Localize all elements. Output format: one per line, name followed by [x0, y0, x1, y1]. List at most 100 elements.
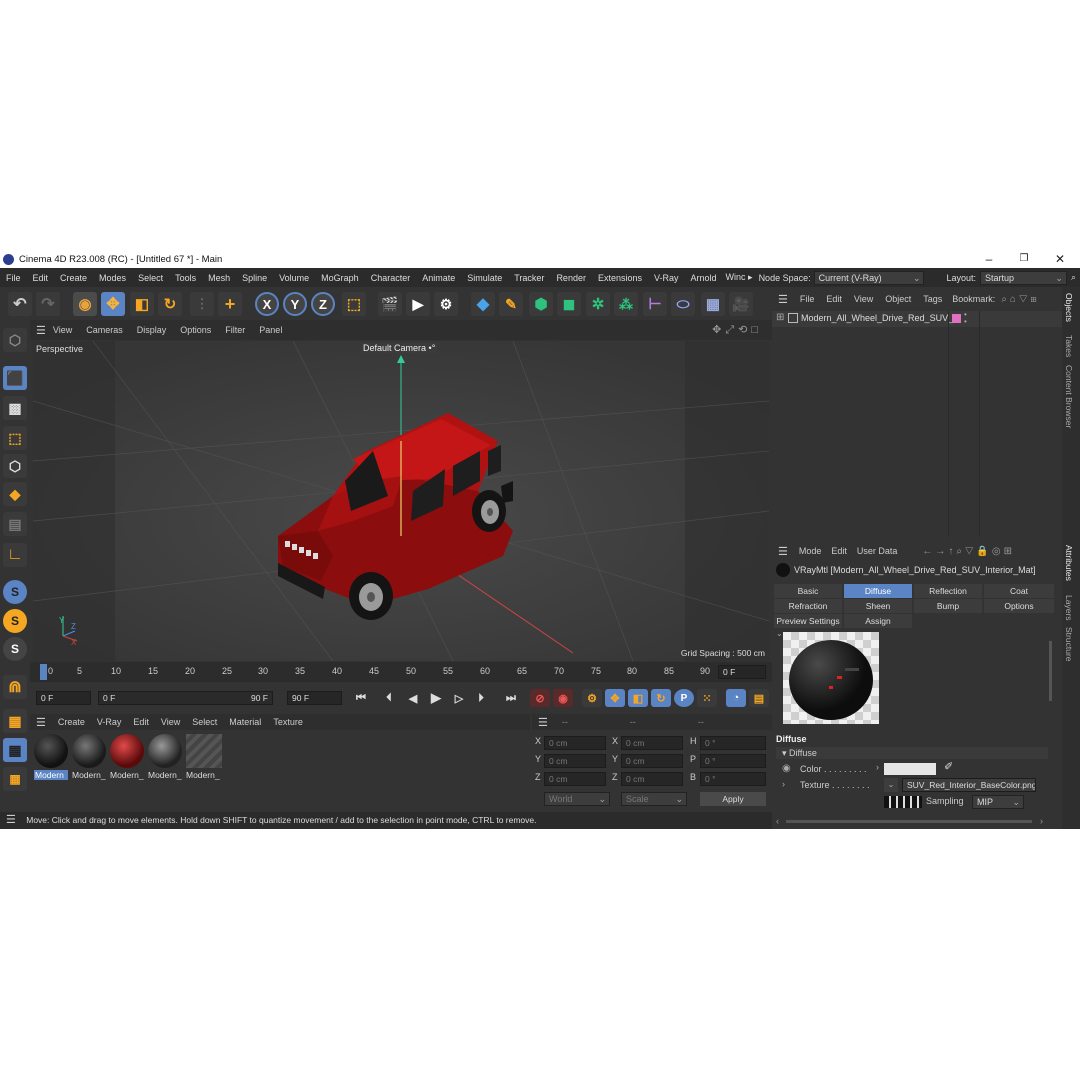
menu-tools[interactable]: Tools — [169, 273, 202, 283]
material-preview[interactable] — [783, 632, 879, 724]
tab-sheen[interactable]: Sheen — [844, 599, 912, 613]
menu-edit[interactable]: Edit — [27, 273, 55, 283]
workplane-snap-icon[interactable]: S — [3, 637, 27, 661]
make-editable-icon[interactable]: ⬡ — [3, 328, 27, 352]
previous-frame-icon[interactable]: ◀ — [402, 689, 424, 707]
expand-texture-icon[interactable]: › — [782, 779, 785, 789]
sampling-dropdown[interactable]: MIP ⌄ — [972, 795, 1024, 809]
axis-mode-icon[interactable]: ∟ — [3, 543, 27, 567]
texture-menu-chevron-icon[interactable]: ⌄ — [884, 778, 898, 792]
cloner-icon[interactable]: ✲ — [586, 292, 610, 316]
node-space-dropdown[interactable]: Current (V-Ray) ⌄ — [813, 270, 925, 285]
animation-toggle-icon[interactable]: ◉ — [782, 763, 791, 774]
render-picture-viewer-icon[interactable]: ▶ — [406, 292, 430, 316]
material-menu-texture[interactable]: Texture — [267, 717, 309, 727]
menu-spline[interactable]: Spline — [236, 273, 273, 283]
attribute-menu-mode[interactable]: Mode — [794, 546, 827, 556]
menu-animate[interactable]: Animate — [416, 273, 461, 283]
expand-color-icon[interactable]: › — [876, 762, 879, 772]
layout-dropdown[interactable]: Startup ⌄ — [980, 270, 1067, 285]
dock-tab-takes[interactable]: Takes — [1064, 335, 1074, 357]
coordinate-space-dropdown[interactable]: World ⌄ — [544, 792, 610, 806]
position-z-field[interactable]: 0 cm — [544, 772, 606, 786]
viewport-menu-panel[interactable]: Panel — [252, 325, 289, 335]
record-keys-icon[interactable]: ⊘ — [530, 689, 550, 707]
undo-icon[interactable]: ↶ — [8, 292, 32, 316]
camera-settings-icon[interactable]: •° — [429, 343, 436, 353]
previous-key-icon[interactable]: ⏴ — [378, 689, 400, 707]
redo-icon[interactable]: ↷ — [36, 292, 60, 316]
preview-range-slider[interactable]: 0 F 90 F — [98, 691, 273, 705]
edge-mode-icon[interactable]: ⬡ — [3, 454, 27, 478]
eyedropper-icon[interactable]: ✐ — [944, 760, 953, 773]
dock-tab-attributes[interactable]: Attributes — [1064, 545, 1074, 581]
menu-tracker[interactable]: Tracker — [508, 273, 550, 283]
object-row[interactable]: ⊞ Modern_All_Wheel_Drive_Red_SUV_g • • — [772, 311, 1062, 327]
position-y-field[interactable]: 0 cm — [544, 754, 606, 768]
attribute-menu-edit[interactable]: Edit — [826, 546, 852, 556]
material-slot[interactable]: Modern_ — [186, 734, 224, 780]
floor-icon[interactable]: ▦ — [701, 292, 725, 316]
film-strip-icon[interactable]: ▤ — [749, 689, 769, 707]
scroll-right-icon[interactable]: › — [1040, 816, 1043, 826]
dock-tab-structure[interactable]: Structure — [1064, 627, 1074, 662]
start-frame-field[interactable]: 0 F — [36, 691, 91, 705]
material-menu-create[interactable]: Create — [52, 717, 91, 727]
extrude-icon[interactable]: ◼ — [557, 292, 581, 316]
menu-window[interactable]: Winc ▸ — [723, 272, 756, 283]
diffuse-group-header[interactable]: ▾ Diffuse — [776, 747, 1048, 759]
menu-volume[interactable]: Volume — [273, 273, 315, 283]
position-x-field[interactable]: 0 cm — [544, 736, 606, 750]
hamburger-icon[interactable]: ☰ — [778, 293, 788, 306]
play-icon[interactable]: ▶ — [425, 689, 447, 707]
snap-icon[interactable]: S — [3, 580, 27, 604]
size-z-field[interactable]: 0 cm — [621, 772, 683, 786]
material-slot[interactable]: Modern — [34, 734, 68, 780]
collapse-chevron-icon[interactable]: ⌄ — [776, 629, 783, 638]
menu-mograph[interactable]: MoGraph — [315, 273, 365, 283]
menu-simulate[interactable]: Simulate — [461, 273, 508, 283]
color-swatch[interactable] — [884, 763, 936, 775]
z-axis-lock-icon[interactable]: Z — [311, 292, 335, 316]
material-menu-edit[interactable]: Edit — [127, 717, 155, 727]
object-search-filter-icons[interactable]: ⌕⌂▽⊞ — [1001, 294, 1039, 305]
subdivision-icon[interactable]: ⬢ — [529, 292, 553, 316]
point-mode-icon[interactable]: ⬚ — [3, 426, 27, 450]
camera-icon[interactable]: 🎥 — [729, 292, 753, 316]
attribute-menu-user-data[interactable]: User Data — [852, 546, 903, 556]
go-to-start-icon[interactable]: ⏮ — [350, 689, 372, 707]
tab-preview-settings[interactable]: Preview Settings — [774, 614, 842, 628]
viewport-menu-view[interactable]: View — [46, 325, 79, 335]
key-parameter-icon[interactable]: P — [674, 689, 694, 707]
recent-tool-icon[interactable]: ⋮ — [190, 292, 214, 316]
dock-tab-content-browser[interactable]: Content Browser — [1064, 365, 1074, 428]
viewport-menu-cameras[interactable]: Cameras — [79, 325, 130, 335]
object-name[interactable]: Modern_All_Wheel_Drive_Red_SUV_g — [801, 313, 958, 323]
snap-settings-icon[interactable]: S — [3, 609, 27, 633]
menu-modes[interactable]: Modes — [93, 273, 132, 283]
live-selection-icon[interactable]: ◉ — [73, 292, 97, 316]
viewport-menu-options[interactable]: Options — [173, 325, 218, 335]
keyframe-selection-icon[interactable]: ⚙ — [582, 689, 602, 707]
x-axis-lock-icon[interactable]: X — [255, 292, 279, 316]
coordinate-system-icon[interactable]: ⬚ — [342, 292, 366, 316]
material-menu-view[interactable]: View — [155, 717, 186, 727]
next-key-icon[interactable]: ⏵ — [470, 689, 492, 707]
size-mode-dropdown[interactable]: Scale ⌄ — [621, 792, 687, 806]
key-scale-icon[interactable]: ◧ — [628, 689, 648, 707]
deformer-icon[interactable]: ⊢ — [643, 292, 667, 316]
menu-file[interactable]: File — [0, 273, 27, 283]
grid-icon[interactable]: ▦ — [3, 738, 27, 762]
timeline-ruler[interactable]: 0 5 10 15 20 25 30 35 40 45 50 55 60 65 … — [30, 662, 772, 682]
key-position-icon[interactable]: ✥ — [605, 689, 625, 707]
y-axis-lock-icon[interactable]: Y — [283, 292, 307, 316]
model-mode-icon[interactable]: ⬛ — [3, 366, 27, 390]
next-frame-icon[interactable]: ▷ — [448, 689, 470, 707]
uv-mode-icon[interactable]: ▤ — [3, 512, 27, 536]
menu-select[interactable]: Select — [132, 273, 169, 283]
polygon-mode-icon[interactable]: ◆ — [3, 482, 27, 506]
hamburger-icon[interactable]: ☰ — [778, 545, 788, 558]
render-view-icon[interactable]: 🎬 — [378, 292, 402, 316]
expand-icon[interactable]: ⊞ — [776, 312, 784, 323]
hamburger-icon[interactable]: ☰ — [36, 716, 46, 729]
